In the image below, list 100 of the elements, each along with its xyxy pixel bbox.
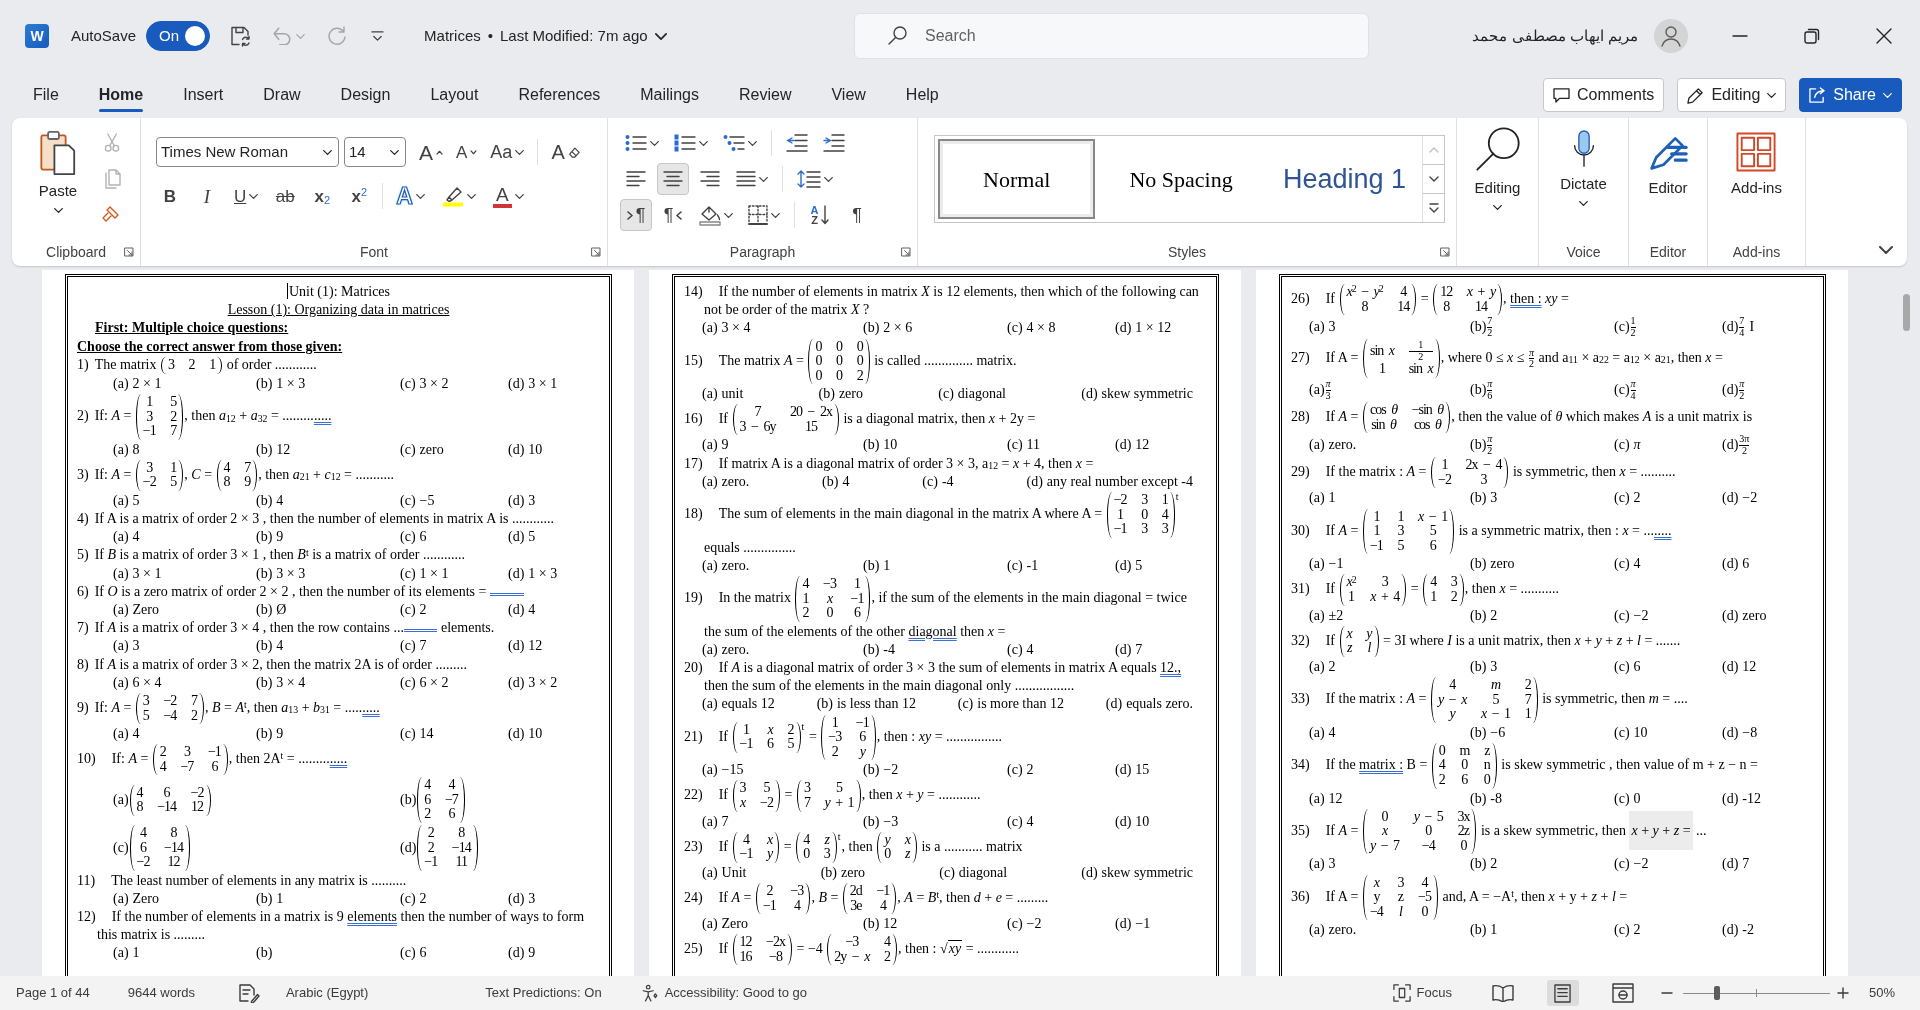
ribbon-tab[interactable]: View <box>811 72 886 118</box>
matrix-entry: 7 <box>1523 692 1532 708</box>
question-number: 2) <box>77 407 89 426</box>
word-count[interactable]: 9644 words <box>127 983 195 1003</box>
matrix-entry: 0 <box>802 847 811 862</box>
ribbon-tab[interactable]: References <box>498 72 621 118</box>
ribbon-tab[interactable]: File <box>13 72 79 118</box>
matrix-entry: 2 <box>187 358 196 373</box>
comments-button[interactable]: Comments <box>1543 78 1665 112</box>
ribbon-tab[interactable]: Mailings <box>620 72 719 118</box>
ribbon-tab[interactable]: Draw <box>243 72 321 118</box>
superscript-button[interactable]: x$^{2}$ <box>345 181 374 211</box>
ribbon-tab[interactable]: Review <box>718 72 812 118</box>
caret-icon <box>650 140 659 146</box>
editor-button[interactable]: Editor <box>1648 132 1688 200</box>
editing-mode-button[interactable]: Editing <box>1677 78 1787 112</box>
subscript-button[interactable]: x$_{2}$ <box>308 181 337 211</box>
style-option[interactable]: No Spacing <box>1098 139 1264 219</box>
ribbon-tab[interactable]: Help <box>885 72 959 118</box>
ribbon-tab[interactable]: Design <box>320 72 411 118</box>
option-label: (b) <box>256 637 273 656</box>
font-size-field[interactable]: 14 <box>344 137 406 167</box>
style-option[interactable]: Normal <box>938 139 1096 219</box>
autosave-toggle[interactable]: On <box>146 21 211 51</box>
matrix-entry: 4 <box>1420 875 1430 891</box>
caret-icon <box>1883 92 1892 98</box>
search-field[interactable]: Search <box>854 13 1369 59</box>
dialog-launcher-icon[interactable] <box>901 247 911 257</box>
matrix-entry: 0 <box>835 368 844 384</box>
option-text: 2 <box>1490 606 1498 625</box>
question-text: = ............ <box>964 941 1020 957</box>
accessibility-button[interactable]: Accessibility: Good to go <box>640 983 807 1003</box>
editing-button[interactable]: Editing <box>1474 126 1521 210</box>
text-effects-button[interactable]: A <box>392 181 429 211</box>
fraction-denominator: 4 <box>1630 389 1636 402</box>
option-label: (c) <box>400 637 416 656</box>
bold-button[interactable]: B <box>156 181 184 211</box>
question-text: , then 2A$^{t}$ = ......... <box>228 751 330 766</box>
question-text: , B = <box>811 889 840 905</box>
question-number: 26) <box>1291 289 1310 308</box>
matrix-entry: 2 <box>786 722 795 738</box>
dialog-launcher-icon[interactable] <box>1440 247 1450 257</box>
option-text: 1 × 12 <box>1135 319 1172 338</box>
language-button[interactable]: Arabic (Egypt) <box>285 983 369 1003</box>
grow-font-button[interactable]: A <box>415 137 447 167</box>
left-to-right-button[interactable]: ¶ <box>620 199 652 231</box>
avatar-icon[interactable] <box>1654 19 1688 53</box>
ribbon-tab[interactable]: Home <box>78 72 164 118</box>
focus-button[interactable]: Focus <box>1392 983 1452 1003</box>
matrix-entry: −1 <box>141 424 157 439</box>
paste-button[interactable]: Paste <box>28 130 88 213</box>
ribbon-tab[interactable]: Layout <box>410 72 499 118</box>
transpose-mark: t <box>1175 492 1179 503</box>
option-text: 3 × 3 <box>276 564 306 583</box>
dictate-button[interactable]: Dictate <box>1560 130 1607 206</box>
dialog-launcher-icon[interactable] <box>124 247 134 257</box>
matrix-entry: 4 <box>792 898 802 914</box>
matrix-entry: 3 <box>182 745 192 760</box>
text-predictions-button[interactable]: Text Predictions: On <box>485 983 602 1003</box>
matrix-entry: y − 7 <box>1368 838 1401 854</box>
matrix-entry: cos θ <box>1412 417 1443 433</box>
underline-button[interactable]: U <box>230 181 263 211</box>
ribbon-tab[interactable]: Insert <box>163 72 244 118</box>
strikethrough-button[interactable]: ab <box>271 181 300 211</box>
style-option[interactable]: Heading 1 <box>1266 139 1423 219</box>
dialog-launcher-icon[interactable] <box>591 247 601 257</box>
italic-button[interactable]: I <box>193 181 221 211</box>
show-marks-button[interactable]: ¶ <box>841 199 873 231</box>
matrix-entry: 3 <box>1396 875 1405 891</box>
save-button[interactable] <box>229 25 252 47</box>
sort-button[interactable]: A Z <box>804 199 836 231</box>
document-title-button[interactable]: Matrices • Last Modified: 7m ago <box>424 24 667 48</box>
scrollbar-thumb[interactable] <box>1903 294 1910 331</box>
add-ins-button[interactable]: Add-ins <box>1731 132 1782 200</box>
align-center-button[interactable] <box>657 163 689 195</box>
zoom-slider-thumb[interactable] <box>1713 986 1720 1000</box>
clear-formatting-button[interactable]: A <box>547 137 584 167</box>
increase-indent-icon <box>823 134 845 152</box>
question-number: 14) <box>684 283 703 301</box>
proofing-button[interactable] <box>237 983 260 1003</box>
save-icon <box>229 25 252 47</box>
question-text: If <box>718 941 729 957</box>
option-label: (a) <box>113 637 129 656</box>
font-color-button[interactable]: A <box>488 181 528 211</box>
question-text: The matrix A = <box>718 352 805 368</box>
question-text: , then x + y = ............ <box>861 787 981 803</box>
option-label: (a) <box>702 761 718 780</box>
change-case-button[interactable]: Aa <box>486 137 529 167</box>
collapse-ribbon-button[interactable] <box>1879 246 1893 254</box>
option-text: 3 <box>528 491 536 510</box>
right-to-left-button[interactable]: ¶ <box>657 199 689 231</box>
zoom-level[interactable]: 50% <box>1868 983 1895 1003</box>
print-layout-button[interactable] <box>1546 980 1579 1006</box>
share-button[interactable]: Share <box>1799 78 1902 112</box>
customize-toolbar-button[interactable] <box>371 30 385 42</box>
fraction-numerator: 1 <box>1417 340 1425 351</box>
shrink-font-button[interactable]: A <box>452 137 482 167</box>
font-name-field[interactable]: Times New Roman <box>156 137 339 167</box>
fraction-numerator: π <box>1529 347 1535 359</box>
page-count[interactable]: Page 1 of 44 <box>16 983 90 1003</box>
